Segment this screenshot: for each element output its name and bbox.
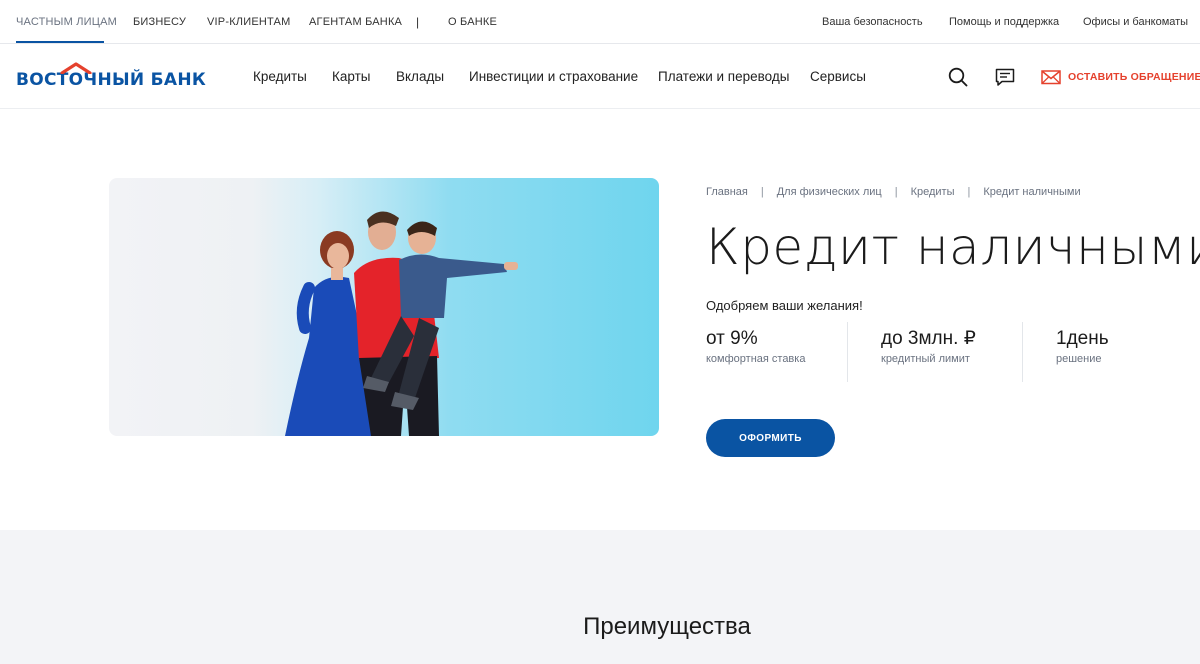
nav-item-deposits[interactable]: Вклады [396,44,444,109]
breadcrumb-credits[interactable]: Кредиты [911,186,955,198]
bank-logo[interactable]: ВОСТОЧНЫЙ БАНК [16,62,206,90]
segment-agents[interactable]: АГЕНТАМ БАНКА [309,0,402,43]
fact-limit: до 3млн. ₽ кредитный лимит [881,322,1051,382]
advantages-section: Преимущества [0,530,1200,664]
segment-label: АГЕНТАМ БАНКА [309,15,403,28]
segment-business[interactable]: БИЗНЕСУ [133,0,186,43]
fact-value: 1день [1056,328,1109,349]
breadcrumb-separator: | [967,186,971,198]
top-utility-bar: ЧАСТНЫМ ЛИЦАМ БИЗНЕСУ VIP-КЛИЕНТАМ АГЕНТ… [0,0,1200,44]
nav-item-payments[interactable]: Платежи и переводы [658,44,789,109]
segment-private[interactable]: ЧАСТНЫМ ЛИЦАМ [16,0,117,43]
nav-item-credits[interactable]: Кредиты [253,44,307,109]
link-label: Помощь и поддержка [949,15,1060,28]
segment-label: VIP-КЛИЕНТАМ [207,15,291,28]
fact-caption: комфортная ставка [706,353,806,365]
link-label: Ваша безопасность [822,15,923,28]
fact-value: от 9% [706,328,758,349]
fact-rate: от 9% комфортная ставка [706,322,876,382]
breadcrumb-separator: | [894,186,898,198]
search-icon[interactable] [947,66,969,88]
page-title: Кредит наличными [706,218,1200,276]
active-segment-underline [16,41,104,43]
divider-text: | [416,14,420,29]
link-help[interactable]: Помощь и поддержка [949,0,1059,43]
fact-divider [847,322,848,382]
chat-icon[interactable] [994,66,1016,88]
nav-item-services[interactable]: Сервисы [810,44,866,109]
segment-label: БИЗНЕСУ [133,15,187,28]
main-nav: ВОСТОЧНЫЙ БАНК Кредиты Карты Вклады Инве… [0,44,1200,109]
segment-vip[interactable]: VIP-КЛИЕНТАМ [207,0,290,43]
family-illustration [285,211,518,436]
appeal-label: ОСТАВИТЬ ОБРАЩЕНИЕ [1068,71,1200,83]
link-security[interactable]: Ваша безопасность [822,0,923,43]
apply-button[interactable]: ОФОРМИТЬ [706,419,835,457]
fact-decision: 1день решение [1056,322,1200,382]
fact-caption: решение [1056,353,1102,365]
fact-value: до 3млн. ₽ [881,328,976,349]
link-offices[interactable]: Офисы и банкоматы [1083,0,1188,43]
logo-text: ВОСТОЧНЫЙ БАНК [16,70,207,90]
breadcrumb-separator: | [760,186,764,198]
logo-roof-icon [60,62,92,74]
segment-divider: | [416,0,419,43]
segment-label: ЧАСТНЫМ ЛИЦАМ [16,15,117,28]
breadcrumb: Главная | Для физических лиц | Кредиты |… [706,184,1081,200]
breadcrumb-current: Кредит наличными [983,186,1081,198]
advantages-heading: Преимущества [583,613,751,640]
segment-label: О БАНКЕ [448,15,498,28]
hero-subtitle: Одобряем ваши желания! [706,298,863,313]
hero-family-image [109,178,659,436]
nav-item-investments[interactable]: Инвестиции и страхование [469,44,638,109]
fact-divider [1022,322,1023,382]
link-label: Офисы и банкоматы [1083,15,1189,28]
segment-about[interactable]: О БАНКЕ [448,0,497,43]
breadcrumb-individuals[interactable]: Для физических лиц [777,186,882,198]
fact-caption: кредитный лимит [881,353,970,365]
envelope-icon [1041,70,1061,85]
nav-item-cards[interactable]: Карты [332,44,370,109]
leave-appeal-button[interactable]: ОСТАВИТЬ ОБРАЩЕНИЕ [1041,66,1200,88]
breadcrumb-home[interactable]: Главная [706,186,748,198]
